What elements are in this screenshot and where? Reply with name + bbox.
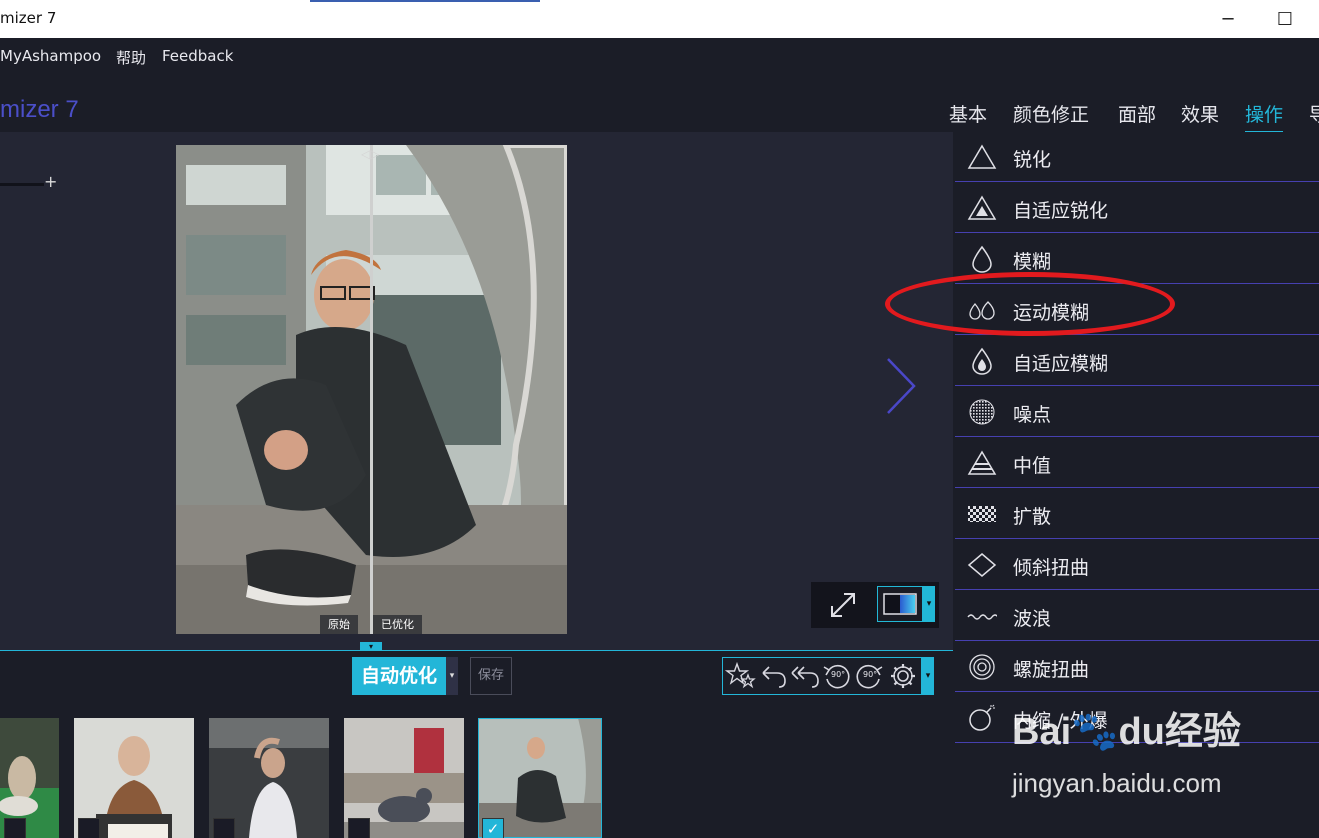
menu-feedback[interactable]: Feedback: [162, 47, 233, 65]
zoom-slider[interactable]: +: [0, 172, 58, 191]
split-view-icon: [883, 593, 917, 615]
median-triangle-icon: [967, 450, 997, 475]
spiral-icon: [969, 654, 995, 680]
op-label: 波浪: [1013, 608, 1052, 630]
op-sharpen[interactable]: 锐化: [955, 132, 1319, 182]
thumbnail-checkbox[interactable]: [4, 818, 26, 838]
thumbnail-checkbox-checked[interactable]: ✓: [482, 818, 504, 838]
watermark-logo: Bai🐾du经验: [1012, 711, 1241, 753]
auto-optimize-button[interactable]: 自动优化: [352, 657, 446, 695]
thumbnail[interactable]: [209, 718, 329, 838]
annotation-ellipse: [885, 272, 1175, 336]
slider-track[interactable]: [0, 183, 44, 186]
split-handle-icon[interactable]: ◁▷: [361, 147, 379, 161]
preview-photo[interactable]: ◁▷ 原始 已优化: [176, 145, 567, 634]
op-adaptive-sharpen[interactable]: 自适应锐化: [955, 183, 1319, 233]
window-title: mizer 7: [0, 9, 57, 27]
compare-split-line[interactable]: [370, 145, 373, 634]
thumbnail-checkbox[interactable]: [348, 818, 370, 838]
op-label: 模糊: [1013, 251, 1052, 273]
collapse-toolbar-icon[interactable]: ▾: [360, 642, 382, 651]
next-image-icon[interactable]: [880, 355, 920, 417]
op-adaptive-blur[interactable]: 自适应模糊: [955, 336, 1319, 386]
watermark-url: jingyan.baidu.com: [1012, 768, 1222, 798]
thumbnail-selected[interactable]: ✓: [478, 718, 602, 838]
menu-help[interactable]: 帮助: [116, 47, 146, 68]
rotate-right-icon[interactable]: 90°: [853, 661, 885, 691]
view-controls: ▾: [811, 582, 939, 628]
fullscreen-icon[interactable]: [827, 590, 859, 620]
label-optimized: 已优化: [373, 615, 422, 634]
thumbnail[interactable]: [0, 718, 59, 838]
undo-all-icon[interactable]: [789, 661, 821, 691]
compare-mode-dropdown[interactable]: ▾: [923, 586, 935, 622]
op-wave[interactable]: 波浪: [955, 591, 1319, 641]
settings-gear-icon[interactable]: [887, 661, 919, 691]
op-label: 噪点: [1013, 404, 1052, 426]
noise-circle-icon: [969, 399, 995, 425]
op-label: 自适应锐化: [1013, 200, 1109, 222]
title-bar: mizer 7 ─ ☐: [0, 0, 1319, 38]
op-label: 锐化: [1013, 149, 1052, 171]
wave-icon: [967, 614, 997, 620]
app-logo: mizer 7: [0, 96, 79, 123]
op-label: 倾斜扭曲: [1013, 557, 1090, 579]
menu-bar: MyAshampoo 帮助 Feedback: [0, 38, 1319, 74]
title-accent-line: [310, 0, 540, 2]
triangle-outline-icon: [967, 144, 997, 169]
bomb-icon: [969, 704, 995, 731]
op-skew[interactable]: 倾斜扭曲: [955, 540, 1319, 590]
zoom-in-icon[interactable]: +: [44, 172, 57, 191]
op-diffuse[interactable]: 扩散: [955, 489, 1319, 539]
minimize-button[interactable]: ─: [1205, 0, 1251, 38]
edit-tools-group: 90° 90°: [722, 657, 922, 695]
label-original: 原始: [320, 615, 358, 634]
thumbnail-checkbox[interactable]: [78, 818, 100, 838]
diffuse-dots-icon: [968, 506, 996, 522]
drop-filled-icon: [972, 347, 992, 375]
tab-effects[interactable]: 效果: [1181, 100, 1219, 127]
op-swirl[interactable]: 螺旋扭曲: [955, 642, 1319, 692]
thumbnail-checkbox[interactable]: [213, 818, 235, 838]
rotate-left-label: 90°: [831, 670, 846, 679]
magic-stars-icon[interactable]: [725, 661, 757, 691]
drop-outline-icon: [972, 245, 992, 273]
tab-operations[interactable]: 操作: [1245, 100, 1284, 133]
tab-color-correction[interactable]: 颜色修正: [1013, 100, 1089, 127]
save-button[interactable]: 保存: [470, 657, 512, 695]
op-label: 自适应模糊: [1013, 353, 1109, 375]
undo-icon[interactable]: [757, 661, 789, 691]
app-header: mizer 7 基本 颜色修正 面部 效果 操作 导: [0, 74, 1319, 133]
filmstrip: ✓: [0, 706, 953, 838]
tab-export[interactable]: 导: [1309, 100, 1319, 127]
tab-basic[interactable]: 基本: [949, 100, 987, 127]
rotate-left-icon[interactable]: 90°: [821, 661, 853, 691]
menu-myashampoo[interactable]: MyAshampoo: [0, 47, 101, 65]
diamond-icon: [967, 553, 997, 577]
tab-face[interactable]: 面部: [1118, 100, 1156, 127]
thumbnail[interactable]: [344, 718, 464, 838]
auto-optimize-dropdown[interactable]: ▾: [446, 657, 458, 695]
maximize-button[interactable]: ☐: [1262, 0, 1308, 38]
op-label: 扩散: [1013, 506, 1052, 528]
compare-mode-button[interactable]: [877, 586, 923, 622]
op-noise[interactable]: 噪点: [955, 387, 1319, 437]
op-label: 螺旋扭曲: [1013, 659, 1090, 681]
op-label: 中值: [1013, 455, 1052, 477]
triangle-filled-icon: [967, 195, 997, 220]
thumbnail[interactable]: [74, 718, 194, 838]
edit-tools-dropdown[interactable]: ▾: [922, 657, 934, 695]
op-median[interactable]: 中值: [955, 438, 1319, 488]
rotate-right-label: 90°: [863, 670, 878, 679]
